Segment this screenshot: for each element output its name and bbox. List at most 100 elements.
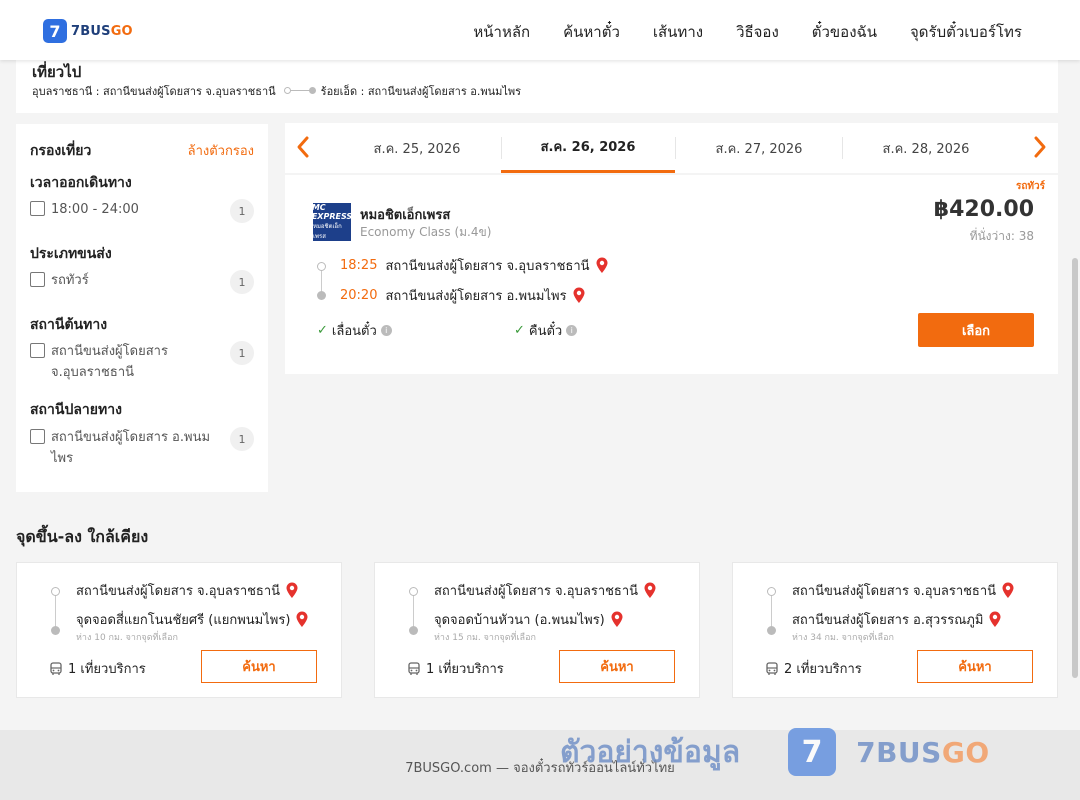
route-line-icon	[283, 87, 316, 95]
nearby-distance: ห่าง 15 กม. จากจุดที่เลือก	[434, 633, 536, 643]
filter-option-label: สถานีขนส่งผู้โดยสาร อ.พนมไพร	[51, 430, 211, 466]
trip-destination: ร้อยเอ็ด : สถานีขนส่งผู้โดยสาร อ.พนมไพร	[320, 85, 522, 98]
nearby-search-button[interactable]: ค้นหา	[559, 650, 675, 683]
nearby-trips: 1 เที่ยวบริการ	[49, 658, 146, 679]
map-pin-icon[interactable]	[285, 582, 299, 599]
date-tab-active[interactable]: ส.ค. 26, 2026	[501, 123, 675, 173]
nearby-to-label: จุดจอดบ้านหัวนา (อ.พนมไพร)	[434, 613, 605, 628]
chevron-left-icon[interactable]	[293, 135, 313, 159]
filter-option-label: รถทัวร์	[51, 273, 89, 288]
filter-option-label: สถานีขนส่งผู้โดยสาร จ.อุบลราชธานี	[51, 344, 168, 380]
nearby-to: สถานีขนส่งผู้โดยสาร อ.สุวรรณภูมิ	[792, 609, 1002, 630]
info-icon[interactable]: i	[566, 325, 578, 336]
route-timeline-icon	[51, 587, 61, 635]
nearby-trips: 1 เที่ยวบริการ	[407, 658, 504, 679]
nearby-to-label: จุดจอดสี่แยกโนนชัยศรี (แยกพนมไพร)	[76, 613, 291, 628]
watermark-brand: 7BUSGO	[856, 736, 990, 769]
arrival-stop: 20:20 สถานีขนส่งผู้โดยสาร อ.พนมไพร	[340, 285, 586, 306]
trip-route: อุบลราชธานี : สถานีขนส่งผู้โดยสาร จ.อุบล…	[32, 82, 521, 100]
nearby-from-label: สถานีขนส่งผู้โดยสาร จ.อุบลราชธานี	[76, 584, 281, 599]
filter-option-count: 1	[230, 199, 254, 223]
operator-name: หมอชิตเอ็กเพรส	[360, 208, 451, 223]
top-header: 7 7BUSGO หน้าหลัก ค้นหาตั๋ว เส้นทาง วิธี…	[0, 0, 1080, 60]
watermark-text: ตัวอย่างข้อมูล	[560, 734, 741, 770]
filter-option-departure-time[interactable]: 18:00 - 24:00 1	[30, 199, 254, 223]
nav-home[interactable]: หน้าหลัก	[473, 20, 530, 44]
nearby-to-label: สถานีขนส่งผู้โดยสาร อ.สุวรรณภูมิ	[792, 613, 984, 628]
chevron-right-icon[interactable]	[1030, 135, 1050, 159]
filter-group-destination-station: สถานีปลายทาง	[30, 402, 122, 418]
operator-logo-subtext: หมอชิตเอ็กเพรส	[313, 223, 342, 240]
nearby-card: สถานีขนส่งผู้โดยสาร จ.อุบลราชธานี จุดจอด…	[16, 562, 342, 698]
trip-title: เที่ยวไป	[32, 63, 82, 81]
trip-origin: อุบลราชธานี : สถานีขนส่งผู้โดยสาร จ.อุบล…	[32, 85, 276, 98]
map-pin-icon[interactable]	[610, 611, 624, 628]
check-icon: ✓	[514, 323, 525, 338]
nearby-from: สถานีขนส่งผู้โดยสาร จ.อุบลราชธานี	[434, 580, 657, 601]
nearby-from-label: สถานีขนส่งผู้โดยสาร จ.อุบลราชธานี	[434, 584, 639, 599]
bus-icon	[766, 661, 778, 675]
filter-group-origin-station: สถานีต้นทาง	[30, 317, 108, 333]
nearby-trips-label: 2 เที่ยวบริการ	[784, 662, 862, 677]
sample-watermark: ตัวอย่างข้อมูล 7 7BUSGO	[560, 728, 990, 776]
nearby-from: สถานีขนส่งผู้โดยสาร จ.อุบลราชธานี	[792, 580, 1015, 601]
map-pin-icon[interactable]	[988, 611, 1002, 628]
nearby-trips-label: 1 เที่ยวบริการ	[68, 662, 146, 677]
feature-refund: ✓ คืนตั๋ว i	[514, 320, 578, 341]
filter-option-destination-station[interactable]: สถานีขนส่งผู้โดยสาร อ.พนมไพร 1	[30, 427, 254, 469]
arrival-time: 20:20	[340, 288, 378, 303]
filter-title: กรองเที่ยว	[30, 143, 92, 159]
map-pin-icon[interactable]	[643, 582, 657, 599]
departure-time: 18:25	[340, 258, 378, 273]
checkbox-icon[interactable]	[30, 272, 45, 287]
page-scrollbar[interactable]	[1072, 258, 1078, 678]
feature-label: คืนตั๋ว	[528, 324, 563, 339]
filter-option-origin-station[interactable]: สถานีขนส่งผู้โดยสาร จ.อุบลราชธานี 1	[30, 341, 254, 383]
filter-option-label: 18:00 - 24:00	[51, 202, 139, 217]
nearby-trips-label: 1 เที่ยวบริการ	[426, 662, 504, 677]
checkbox-icon[interactable]	[30, 201, 45, 216]
map-pin-icon[interactable]	[572, 287, 586, 304]
map-pin-icon[interactable]	[295, 611, 309, 628]
operator-logo: MC EXPRESS หมอชิตเอ็กเพรส	[311, 203, 353, 241]
filter-option-count: 1	[230, 270, 254, 294]
filter-option-count: 1	[230, 427, 254, 451]
nearby-section-title: จุดขึ้น-ลง ใกล้เคียง	[16, 527, 149, 546]
arrival-station: สถานีขนส่งผู้โดยสาร อ.พนมไพร	[385, 289, 567, 304]
nearby-to: จุดจอดสี่แยกโนนชัยศรี (แยกพนมไพร)	[76, 609, 309, 630]
filter-option-count: 1	[230, 341, 254, 365]
logo-text: 7BUSGO	[71, 24, 133, 39]
bus-icon	[408, 661, 420, 675]
logo-brand: 7BUS	[71, 23, 111, 39]
nav-my-tickets[interactable]: ตั๋วของฉัน	[812, 20, 877, 44]
checkbox-icon[interactable]	[30, 429, 45, 444]
nearby-search-button[interactable]: ค้นหา	[917, 650, 1033, 683]
site-logo[interactable]: 7 7BUSGO	[43, 19, 133, 43]
map-pin-icon[interactable]	[1001, 582, 1015, 599]
watermark-logo-icon: 7	[788, 728, 837, 776]
nav-how-to-book[interactable]: วิธีจอง	[736, 20, 779, 44]
departure-stop: 18:25 สถานีขนส่งผู้โดยสาร จ.อุบลราชธานี	[340, 255, 609, 276]
date-tab[interactable]: ส.ค. 27, 2026	[675, 123, 843, 173]
logo-badge-icon: 7	[43, 19, 67, 43]
nav-routes[interactable]: เส้นทาง	[653, 20, 703, 44]
date-tab[interactable]: ส.ค. 28, 2026	[842, 123, 1010, 173]
trip-summary: เที่ยวไป อุบลราชธานี : สถานีขนส่งผู้โดยส…	[16, 60, 1058, 113]
operator-logo-text: MC EXPRESS	[311, 203, 353, 221]
feature-label: เลื่อนตั๋ว	[331, 324, 377, 339]
ticket-price: ฿420.00	[933, 197, 1034, 222]
nav-search-ticket[interactable]: ค้นหาตั๋ว	[563, 20, 620, 44]
clear-filter-link[interactable]: ล้างตัวกรอง	[188, 140, 254, 161]
map-pin-icon[interactable]	[595, 257, 609, 274]
nearby-distance: ห่าง 10 กม. จากจุดที่เลือก	[76, 633, 178, 643]
seats-available: ที่นั่งว่าง: 38	[969, 229, 1034, 243]
bus-icon	[50, 661, 62, 675]
departure-station: สถานีขนส่งผู้โดยสาร จ.อุบลราชธานี	[385, 259, 590, 274]
date-tab[interactable]: ส.ค. 25, 2026	[333, 123, 501, 173]
nearby-search-button[interactable]: ค้นหา	[201, 650, 317, 683]
info-icon[interactable]: i	[380, 325, 392, 336]
nav-ticket-points[interactable]: จุดรับตั๋วเบอร์โทร	[910, 20, 1022, 44]
filter-option-transport-type[interactable]: รถทัวร์ 1	[30, 270, 254, 294]
checkbox-icon[interactable]	[30, 343, 45, 358]
select-trip-button[interactable]: เลือก	[918, 313, 1034, 347]
